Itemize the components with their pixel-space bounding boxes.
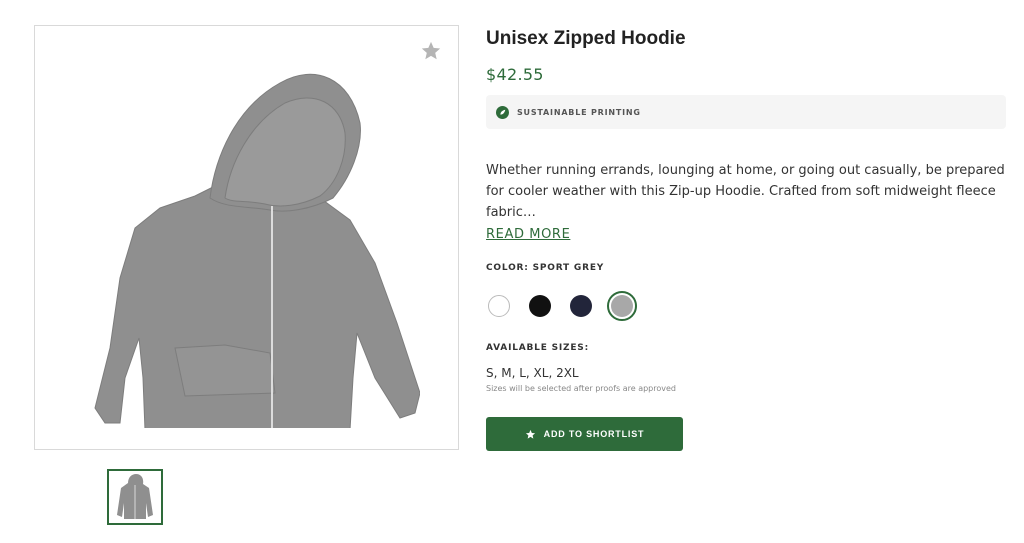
product-image <box>94 73 420 428</box>
swatch-sport-grey-selected[interactable] <box>607 291 637 321</box>
badge-label: SUSTAINABLE PRINTING <box>517 107 641 117</box>
leaf-icon <box>496 105 509 119</box>
swatch-white[interactable] <box>488 295 510 317</box>
swatch-sport-grey <box>611 295 633 317</box>
favorite-star-icon[interactable] <box>420 40 442 62</box>
color-heading: COLOR: SPORT GREY <box>486 263 1008 273</box>
read-more-link[interactable]: READ MORE <box>486 226 570 244</box>
swatch-black[interactable] <box>529 295 551 317</box>
product-price: $42.55 <box>486 65 544 84</box>
thumbnail-1[interactable] <box>107 469 163 525</box>
product-description: Whether running errands, lounging at hom… <box>486 163 1005 220</box>
thumbnail-hoodie-image <box>117 474 153 519</box>
sustainable-badge: SUSTAINABLE PRINTING <box>486 95 1006 129</box>
add-to-shortlist-button[interactable]: ADD TO SHORTLIST <box>486 417 683 451</box>
swatch-navy[interactable] <box>570 295 592 317</box>
color-label: COLOR: <box>486 263 529 273</box>
product-info: Unisex Zipped Hoodie $42.55 SUSTAINABLE … <box>486 25 1008 451</box>
sizes-heading: AVAILABLE SIZES: <box>486 343 589 353</box>
product-title: Unisex Zipped Hoodie <box>486 28 686 49</box>
shortlist-label: ADD TO SHORTLIST <box>543 429 645 439</box>
color-swatches <box>486 290 1008 322</box>
star-icon <box>525 429 535 439</box>
color-value: SPORT GREY <box>532 263 605 273</box>
sizes-note: Sizes will be selected after proofs are … <box>486 384 676 393</box>
product-image-frame <box>34 25 459 450</box>
sizes-value: S, M, L, XL, 2XL <box>486 366 579 380</box>
